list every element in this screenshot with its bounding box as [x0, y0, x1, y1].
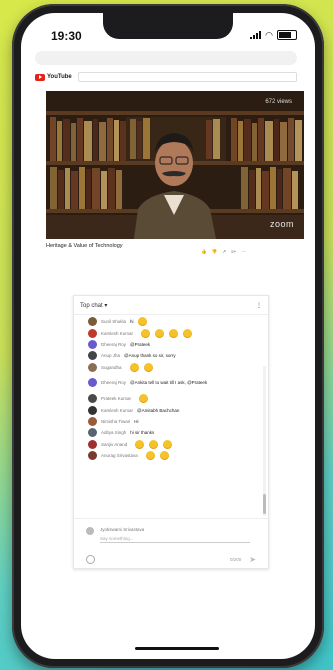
chat-scrollbar-thumb[interactable] — [263, 494, 266, 514]
chat-filter-dropdown[interactable]: Top chat ▾ — [80, 302, 107, 309]
chat-avatar[interactable] — [88, 328, 97, 338]
chat-message: Prateek Kumar — [74, 393, 260, 404]
chat-message: Anup Jha @Anup thank so sir, sorry — [74, 350, 260, 361]
video-actions: 👍 👎 ↗ ≡+ ⋯ — [201, 249, 246, 255]
send-icon[interactable]: ➤ — [249, 555, 256, 564]
emoji-icon — [139, 394, 149, 404]
emoji-icon — [143, 362, 153, 372]
emoji-icon — [135, 439, 145, 449]
chat-author[interactable]: Prateek Kumar — [101, 396, 131, 401]
chat-avatar[interactable] — [88, 339, 97, 349]
chat-author[interactable]: Kamlesh Kumar — [101, 408, 133, 413]
video-player[interactable]: 672 views zoom — [46, 91, 304, 239]
emoji-icon — [159, 451, 169, 461]
chat-author[interactable]: Kamlesh Kumar — [101, 331, 133, 336]
notch — [103, 13, 233, 39]
emoji-icon — [149, 439, 159, 449]
emoji-icon — [137, 317, 147, 327]
chat-author[interactable]: Dheeraj Roy — [101, 380, 126, 385]
chat-text: Hi — [134, 418, 139, 424]
emoji-icon — [145, 451, 155, 461]
phone-screen: 19:30 ◠ YouTube 672 views zoom Heritage … — [21, 13, 315, 659]
chat-author[interactable]: Anup Jha — [101, 353, 120, 358]
chat-author[interactable]: Aditya Singh — [101, 430, 126, 435]
chat-message: Aditya Singh hi sir thanks — [74, 427, 260, 438]
wifi-icon: ◠ — [265, 29, 273, 40]
chat-text: hi — [130, 319, 134, 325]
chat-avatar[interactable] — [88, 351, 97, 361]
chat-more-icon[interactable]: ⋮ — [256, 302, 262, 309]
chat-avatar[interactable] — [88, 451, 97, 461]
chat-avatar[interactable] — [88, 428, 97, 438]
video-frame — [46, 91, 304, 239]
chat-avatar[interactable] — [88, 405, 97, 415]
chat-message: Dheeraj Roy @Ankita tell to wait till I a… — [74, 373, 260, 393]
chat-text: @Ankita tell to wait till I ask, @Pratee… — [130, 380, 208, 386]
chat-author[interactable]: Nimisha Tiwari — [101, 419, 130, 424]
emoji-picker-icon[interactable] — [86, 555, 95, 564]
phone-frame: 19:30 ◠ YouTube 672 views zoom Heritage … — [12, 4, 324, 668]
chat-text: @Amitabh Bachchan — [137, 407, 180, 413]
zoom-watermark: zoom — [269, 219, 294, 229]
char-count: 0/200 — [230, 557, 242, 562]
chat-message: Dheeraj Roy @Prateek — [74, 339, 260, 350]
chat-avatar[interactable] — [88, 317, 97, 327]
emoji-icon — [155, 328, 165, 338]
chat-author[interactable]: Sanjiv Anand — [101, 442, 127, 447]
status-icons: ◠ — [250, 30, 297, 40]
battery-icon — [277, 30, 297, 40]
search-input[interactable] — [77, 72, 297, 82]
video-view-count: 672 views — [265, 99, 292, 105]
chat-avatar[interactable] — [88, 416, 97, 426]
chat-header: Top chat ▾ ⋮ — [74, 296, 268, 315]
chat-avatar[interactable] — [88, 439, 97, 449]
live-chat-panel: Top chat ▾ ⋮ Sunil Shukla hi Kamlesh Kumar… — [73, 295, 269, 569]
chat-message: Sunil Shukla hi — [74, 316, 260, 327]
chat-message: Kamlesh Kumar @Amitabh Bachchan — [74, 404, 260, 415]
youtube-header: YouTube — [35, 69, 297, 85]
chat-input-area: Jyotiswami Srivastava Say something... 0… — [74, 518, 268, 569]
chat-avatar[interactable] — [88, 362, 97, 372]
chat-message: Nimisha Tiwari Hi — [74, 416, 260, 427]
chat-text: @Prateek — [130, 341, 151, 347]
chat-message: Anurag Srivastava — [74, 450, 260, 461]
save-icon[interactable]: ≡+ — [231, 249, 236, 255]
chat-input-footer: 0/200 ➤ — [86, 555, 256, 564]
emoji-icon — [183, 328, 193, 338]
chat-message: Kamlesh Kumar — [74, 327, 260, 338]
emoji-icon — [169, 328, 179, 338]
youtube-play-icon — [35, 73, 45, 81]
share-icon[interactable]: ↗ — [222, 249, 226, 255]
chat-avatar[interactable] — [88, 394, 97, 404]
chat-message: Sanjiv Anand — [74, 439, 260, 450]
signal-icon — [250, 31, 262, 39]
chat-message: Sugandha — [74, 362, 260, 373]
youtube-logo[interactable]: YouTube — [35, 73, 72, 81]
chat-text: @Anup thank so sir, sorry — [124, 353, 176, 359]
home-indicator — [135, 647, 219, 650]
more-icon[interactable]: ⋯ — [241, 249, 246, 255]
chat-avatar[interactable] — [88, 378, 97, 388]
chat-messages: Sunil Shukla hi Kamlesh Kumar Dheeraj Roy @P… — [74, 316, 260, 512]
my-name: Jyotiswami Srivastava — [100, 527, 145, 532]
chat-author[interactable]: Sugandha — [101, 365, 122, 370]
chat-text: hi sir thanks — [130, 430, 155, 436]
chat-author[interactable]: Sunil Shukla — [101, 319, 126, 324]
like-icon[interactable]: 👍 — [201, 249, 207, 255]
status-time: 19:30 — [51, 29, 82, 43]
my-avatar — [86, 527, 94, 535]
chat-author[interactable]: Dheeraj Roy — [101, 342, 126, 347]
emoji-icon — [129, 362, 139, 372]
video-title: Heritage & Value of Technology — [46, 243, 123, 249]
address-bar[interactable] — [35, 51, 297, 65]
youtube-wordmark: YouTube — [47, 74, 72, 80]
emoji-icon — [141, 328, 151, 338]
chat-message-input[interactable]: Say something... — [100, 536, 250, 543]
chat-author[interactable]: Anurag Srivastava — [101, 453, 138, 458]
dislike-icon[interactable]: 👎 — [212, 249, 218, 255]
emoji-icon — [163, 439, 173, 449]
